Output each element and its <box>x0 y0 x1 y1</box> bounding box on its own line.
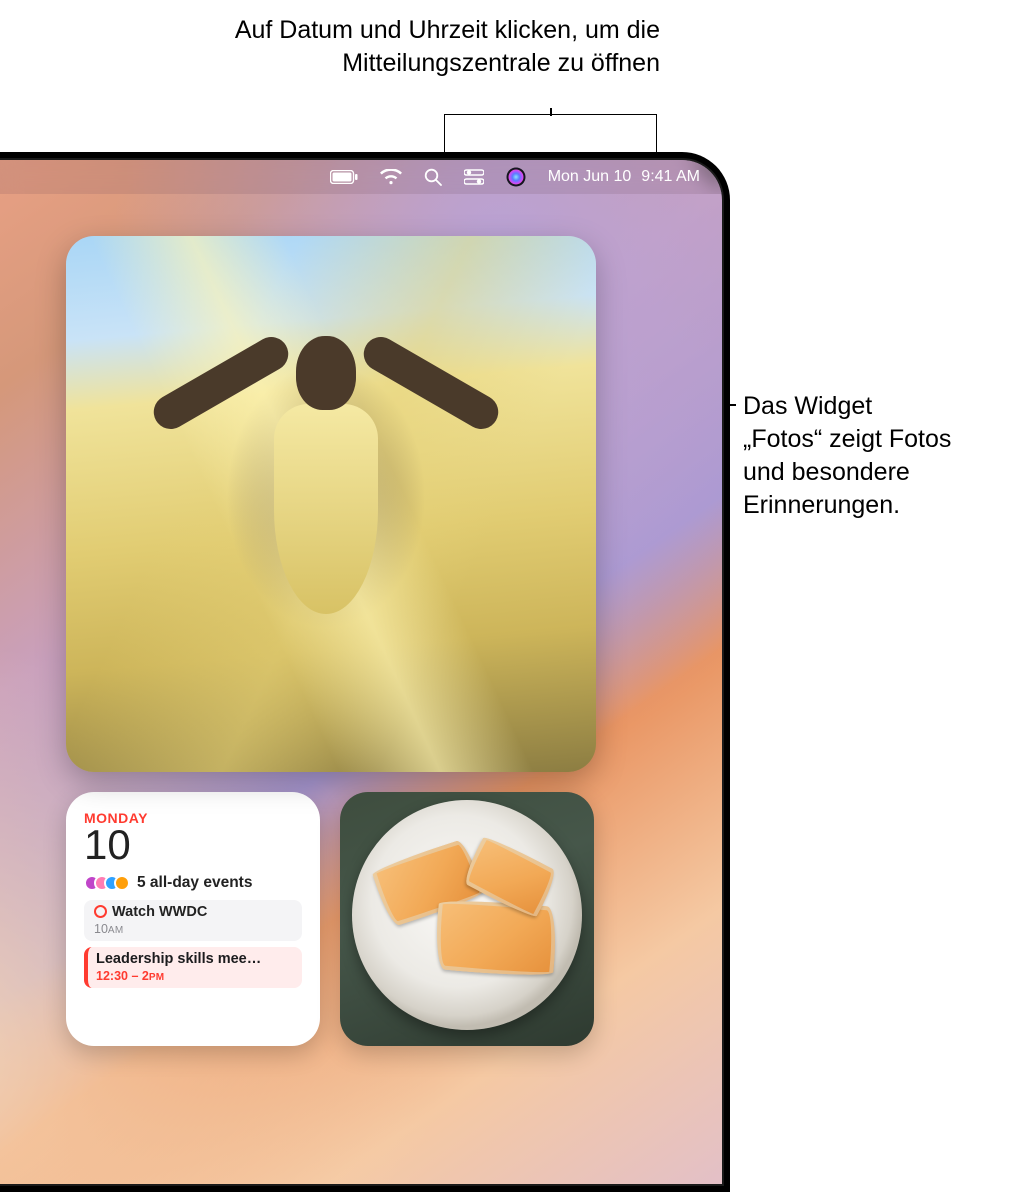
calendar-event-2[interactable]: Leadership skills mee… 12:30 – 2PM <box>84 947 302 988</box>
calendar-event-1[interactable]: Watch WWDC 10AM <box>84 900 302 941</box>
event-time: 12:30 – 2PM <box>96 969 294 984</box>
callout-line-1: Das Widget <box>743 390 951 423</box>
battery-icon[interactable] <box>330 170 358 184</box>
calendar-allday-row: 5 all-day events <box>84 874 302 892</box>
calendar-widget[interactable]: MONDAY 10 5 all-day events Watch WWDC 10… <box>66 792 320 1046</box>
event-time: 10AM <box>94 922 294 937</box>
device-inner: Mon Jun 10 9:41 AM MONDAY <box>0 158 724 1186</box>
desktop-screen: Mon Jun 10 9:41 AM MONDAY <box>0 160 722 1184</box>
menu-bar: Mon Jun 10 9:41 AM <box>0 160 722 194</box>
search-icon[interactable] <box>424 168 442 186</box>
menu-bar-datetime[interactable]: Mon Jun 10 9:41 AM <box>548 168 700 186</box>
calendar-allday-text: 5 all-day events <box>137 874 252 892</box>
wifi-icon[interactable] <box>380 169 402 185</box>
control-center-icon[interactable] <box>464 169 484 185</box>
callout-photos-widget: Das Widget „Fotos“ zeigt Fotos und beson… <box>743 390 951 522</box>
callout-line-3: und besondere <box>743 456 951 489</box>
photo-subject <box>216 306 436 706</box>
photos-widget[interactable] <box>66 236 596 772</box>
photos-widget-small[interactable] <box>340 792 594 1046</box>
widgets-area: MONDAY 10 5 all-day events Watch WWDC 10… <box>66 236 596 1046</box>
reminder-ring-icon <box>94 905 107 918</box>
callout-line-2: „Fotos“ zeigt Fotos <box>743 423 951 456</box>
calendar-daynum: 10 <box>84 824 302 866</box>
event-title: Watch WWDC <box>112 904 207 920</box>
menu-bar-time: 9:41 AM <box>641 168 700 186</box>
menu-bar-date: Mon Jun 10 <box>548 168 632 186</box>
calendar-dot-cluster <box>84 875 130 891</box>
event-title: Leadership skills mee… <box>96 951 261 967</box>
siri-icon[interactable] <box>506 167 526 187</box>
device-frame: Mon Jun 10 9:41 AM MONDAY <box>0 152 730 1192</box>
callout-line-4: Erinnerungen. <box>743 489 951 522</box>
callout-datetime: Auf Datum und Uhrzeit klicken, um die Mi… <box>170 14 660 80</box>
